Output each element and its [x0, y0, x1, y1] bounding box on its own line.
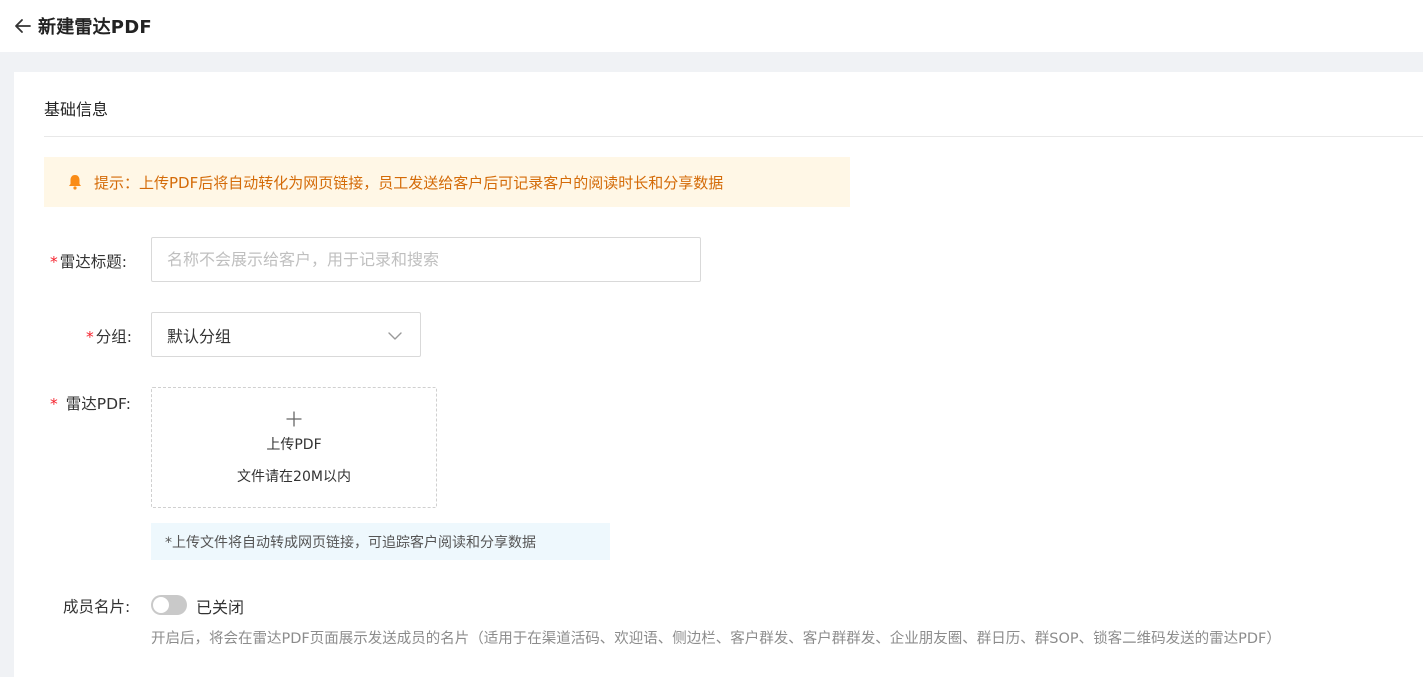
upload-tip-text: *上传文件将自动转成网页链接，可追踪客户阅读和分享数据 — [165, 534, 536, 551]
upload-tip: *上传文件将自动转成网页链接，可追踪客户阅读和分享数据 — [151, 523, 610, 560]
required-mark: * — [50, 395, 58, 413]
section-divider — [44, 136, 1423, 137]
member-card-description: 开启后，将会在雷达PDF页面展示发送成员的名片（适用于在渠道活码、欢迎语、侧边栏… — [151, 631, 1281, 647]
radar-pdf-label: * 雷达PDF: — [50, 395, 131, 413]
notice-banner: 提示：上传PDF后将自动转化为网页链接，员工发送给客户后可记录客户的阅读时长和分… — [44, 157, 850, 207]
page-title: 新建雷达PDF — [38, 17, 152, 38]
member-card-toggle[interactable] — [151, 595, 187, 615]
required-mark: * — [50, 253, 58, 271]
chevron-down-icon — [386, 327, 404, 345]
group-select[interactable]: 默认分组 — [151, 312, 421, 357]
pdf-upload-area[interactable]: 上传PDF 文件请在20M以内 — [151, 387, 437, 508]
required-mark: * — [86, 328, 94, 346]
toggle-status: 已关闭 — [196, 598, 245, 617]
radar-title-label: * 雷达标题: — [50, 253, 127, 271]
plus-icon — [285, 410, 303, 428]
member-card-label: 成员名片: — [63, 598, 131, 616]
section-title: 基础信息 — [44, 100, 109, 119]
radar-title-input[interactable] — [151, 237, 701, 282]
upload-size-hint: 文件请在20M以内 — [237, 468, 351, 485]
notice-text: 提示：上传PDF后将自动转化为网页链接，员工发送给客户后可记录客户的阅读时长和分… — [94, 173, 724, 192]
toggle-knob — [153, 597, 169, 613]
group-label: * 分组: — [86, 328, 132, 346]
upload-label: 上传PDF — [266, 436, 322, 453]
bell-icon — [66, 173, 84, 191]
group-selected-value: 默认分组 — [167, 326, 232, 346]
arrow-left-icon[interactable] — [12, 15, 34, 37]
form-card: 基础信息 提示：上传PDF后将自动转化为网页链接，员工发送给客户后可记录客户的阅… — [14, 72, 1423, 677]
top-bar: 新建雷达PDF — [0, 0, 1423, 52]
